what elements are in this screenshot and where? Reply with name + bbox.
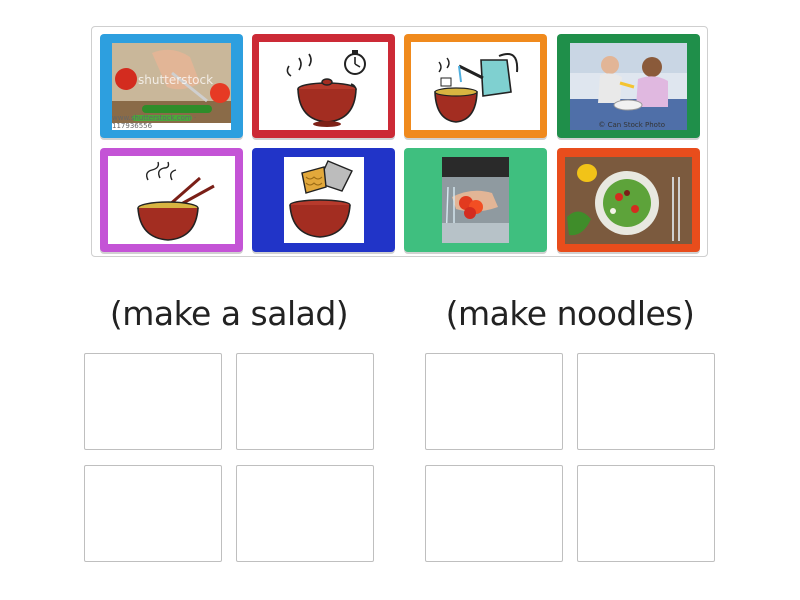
drop-slot-noodles-3[interactable] (425, 465, 563, 562)
wash-tomatoes-photo (442, 157, 509, 243)
drop-slot-noodles-1[interactable] (425, 353, 563, 450)
photo-credit: www.shutterstock.com · 117936556 (112, 113, 197, 130)
eat-noodles-illustration (108, 156, 235, 244)
drop-slot-salad-3[interactable] (84, 465, 222, 562)
card-eat-noodles[interactable] (100, 148, 243, 252)
drop-slot-salad-2[interactable] (236, 353, 374, 450)
add-noodles-illustration (283, 157, 364, 243)
card-pour-water-noodles[interactable] (404, 34, 547, 138)
group-title-make-salad: (make a salad) (109, 294, 349, 333)
pour-water-illustration (411, 42, 540, 130)
card-pool: shutterstock www.shutterstock.com · 1179… (91, 26, 708, 257)
card-cutting-vegetables[interactable]: shutterstock www.shutterstock.com · 1179… (100, 34, 243, 138)
group-title-make-noodles: (make noodles) (445, 294, 695, 333)
drop-slot-noodles-2[interactable] (577, 353, 715, 450)
salad-plate-photo (565, 156, 692, 244)
girls-cooking-photo: © Can Stock Photo (570, 42, 687, 130)
cook-timer-illustration (259, 42, 388, 130)
cutting-vegetables-photo: shutterstock www.shutterstock.com · 1179… (112, 42, 231, 130)
card-salad-plate[interactable] (557, 148, 700, 252)
drop-slot-salad-1[interactable] (84, 353, 222, 450)
card-wash-tomatoes[interactable] (404, 148, 547, 252)
card-add-noodles-to-bowl[interactable] (252, 148, 395, 252)
card-girls-cooking[interactable]: © Can Stock Photo (557, 34, 700, 138)
photo-credit: © Can Stock Photo (598, 120, 665, 129)
drop-slot-salad-4[interactable] (236, 465, 374, 562)
drop-slot-noodles-4[interactable] (577, 465, 715, 562)
card-cook-with-timer[interactable] (252, 34, 395, 138)
watermark-text: shutterstock (138, 72, 214, 87)
